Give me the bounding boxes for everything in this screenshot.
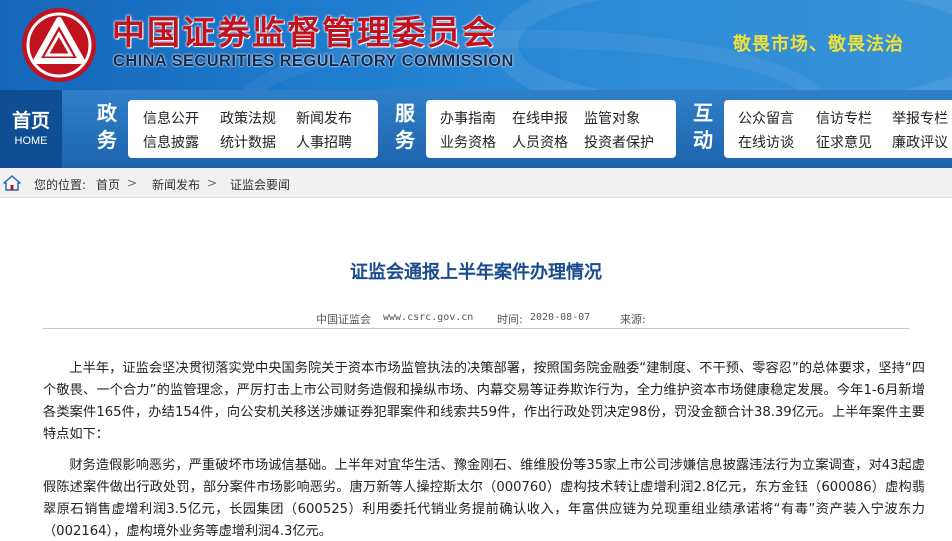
- nav-section-label-government: 政务: [97, 101, 117, 152]
- breadcrumb-news[interactable]: 新闻发布: [152, 176, 200, 193]
- nav-item-guide[interactable]: 办事指南: [440, 108, 496, 128]
- breadcrumb-home[interactable]: 首页: [96, 176, 120, 193]
- header-slogan: 敬畏市场、敬畏法治: [733, 34, 904, 55]
- nav-home-label-cn: 首页: [11, 110, 50, 132]
- nav-item-statistics[interactable]: 统计数据: [220, 132, 276, 152]
- nav-section-service: 办事指南 在线申报 监管对象 业务资格 人员资格 投资者保护: [426, 100, 676, 158]
- nav-item-consultation[interactable]: 征求意见: [816, 132, 872, 152]
- breadcrumb-separator: >: [127, 176, 138, 190]
- nav-item-personnel-qualification[interactable]: 人员资格: [512, 132, 568, 152]
- nav-item-public-message[interactable]: 公众留言: [738, 108, 794, 128]
- breadcrumb-separator: >: [207, 176, 218, 190]
- article-site: 中国证监会: [316, 313, 371, 326]
- nav-item-disclosure[interactable]: 信息披露: [143, 132, 199, 152]
- nav-home-button[interactable]: 首页 HOME: [0, 90, 62, 168]
- nav-item-petition[interactable]: 信访专栏: [816, 108, 872, 128]
- home-icon[interactable]: [3, 174, 21, 192]
- site-title-en: CHINA SECURITIES REGULATORY COMMISSION: [113, 52, 514, 70]
- nav-section-label-interaction: 互动: [693, 101, 713, 152]
- main-nav: 首页 HOME 政务 信息公开 政策法规 新闻发布 信息披露 统计数据 人事招聘…: [0, 90, 952, 168]
- nav-item-report[interactable]: 举报专栏: [892, 108, 948, 128]
- site-title-cn: 中国证券监督管理委员会: [112, 13, 497, 52]
- nav-item-online-filing[interactable]: 在线申报: [512, 108, 568, 128]
- nav-item-info-public[interactable]: 信息公开: [143, 108, 199, 128]
- breadcrumb: 您的位置: 首页 > 新闻发布 > 证监会要闻: [0, 168, 952, 198]
- article-paragraph: 财务造假影响恶劣，严重破坏市场诚信基础。上半年对宜华生活、豫金刚石、维维股份等3…: [43, 458, 925, 539]
- nav-item-press-release[interactable]: 新闻发布: [296, 108, 352, 128]
- article-time: 2020-08-07: [530, 312, 591, 323]
- divider: [43, 328, 909, 329]
- breadcrumb-label: 您的位置:: [34, 178, 87, 192]
- article-source-label: 来源:: [620, 313, 646, 326]
- nav-section-government: 信息公开 政策法规 新闻发布 信息披露 统计数据 人事招聘: [128, 100, 378, 158]
- nav-item-recruitment[interactable]: 人事招聘: [296, 132, 352, 152]
- nav-item-regulated-entities[interactable]: 监管对象: [584, 108, 640, 128]
- article-title: 证监会通报上半年案件办理情况: [350, 262, 602, 283]
- csrc-logo[interactable]: [20, 6, 98, 84]
- nav-item-online-interview[interactable]: 在线访谈: [738, 132, 794, 152]
- nav-item-policy-laws[interactable]: 政策法规: [220, 108, 276, 128]
- article-url[interactable]: www.csrc.gov.cn: [383, 312, 473, 323]
- nav-section-interaction: 公众留言 信访专栏 举报专栏 在线访谈 征求意见 廉政评议: [724, 100, 952, 158]
- article-time-label: 时间:: [497, 313, 523, 326]
- nav-item-integrity-review[interactable]: 廉政评议: [892, 132, 948, 152]
- breadcrumb-csrc-news[interactable]: 证监会要闻: [230, 176, 290, 193]
- site-header: 中国证券监督管理委员会 CHINA SECURITIES REGULATORY …: [0, 0, 952, 90]
- nav-section-label-service: 服务: [395, 101, 415, 152]
- nav-home-label-en: HOME: [14, 135, 48, 147]
- article-paragraph: 上半年，证监会坚决贯彻落实党中央国务院关于资本市场监管执法的决策部署，按照国务院…: [43, 361, 925, 442]
- nav-item-business-qualification[interactable]: 业务资格: [440, 132, 496, 152]
- nav-item-investor-protection[interactable]: 投资者保护: [584, 132, 654, 152]
- article-meta: 中国证监会 www.csrc.gov.cn 时间: 2020-08-07 来源:: [0, 309, 952, 327]
